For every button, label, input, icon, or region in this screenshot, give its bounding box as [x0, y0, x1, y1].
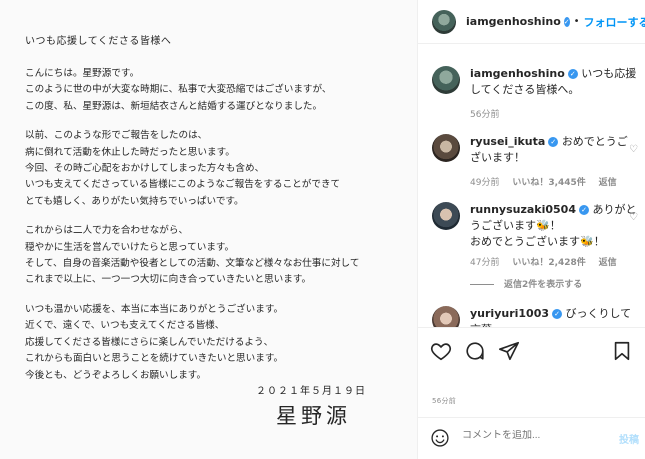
separator-dot: • [573, 16, 580, 27]
letter-paragraph: こんにちは。星野源です。 このように世の中が大変な時期に、私事で大変恐縮ではござ… [25, 66, 410, 115]
letter-line: 今回、その時ご心配をおかけしてしまった方々も含め、 [25, 163, 265, 175]
verified-badge-icon: ✓ [552, 309, 563, 319]
avatar[interactable] [432, 9, 456, 34]
letter-heading: いつも応援してくださる皆様へ [25, 36, 172, 47]
post-button[interactable]: 投稿 [619, 431, 639, 446]
caption: iamgenhoshino ✓ いつも応援してくださる皆様へ。 56分前 [432, 66, 638, 120]
avatar[interactable] [432, 66, 460, 94]
comments-list[interactable]: iamgenhoshino ✓ いつも応援してくださる皆様へ。 56分前 ryus… [418, 44, 645, 327]
comment-time[interactable]: 49分前 [470, 178, 499, 188]
heart-icon[interactable]: ♡ [629, 144, 638, 155]
letter-line: いつも支えてくださっている皆様にこのようなご報告をすることができて [25, 179, 341, 191]
letter-line: このように世の中が大変な時期に、私事で大変恐縮ではございますが、 [25, 84, 332, 96]
heart-icon[interactable]: ♡ [629, 212, 638, 223]
letter-line: これまで以上に、一つ一つ大切に向き合っていきたいと思います。 [25, 274, 312, 286]
verified-badge-icon: ✓ [563, 16, 570, 27]
comment-item: yuriyuri1003✓ びっくりして言葉 [432, 306, 638, 327]
comment-content: ryusei_ikuta ✓ おめでとうございます！ [470, 134, 638, 166]
replies-label: 返信2件を表示する [504, 280, 583, 290]
follow-button[interactable]: フォローする [584, 14, 645, 30]
letter-line: いつも温かい応援を、本当に本当にありがとうございます。 [25, 303, 284, 315]
letter-line: 応援してくださる皆様にさらに楽しんでいただけるよう、 [25, 336, 274, 348]
reply-button[interactable]: 返信 [599, 178, 617, 188]
letter-line: 穏やかに生活を営んでいけたらと思っています。 [25, 241, 235, 253]
bookmark-icon[interactable] [611, 340, 633, 362]
comment-item: runnysuzaki0504 ✓ ありがとうございます🐝！ おめでとうございます… [432, 202, 638, 268]
letter-line: 近くで、遠くで、いつも支えてくださる皆様、 [25, 320, 225, 332]
letter-line: とても嬉しく、ありがたい気持ちでいっぱいです。 [25, 195, 244, 207]
letter-line: 以前、このような形でご報告をしたのは、 [25, 130, 208, 142]
caption-time[interactable]: 56分前 [470, 110, 499, 120]
comment-icon[interactable] [464, 340, 486, 362]
letter-paragraph: 以前、このような形でご報告をしたのは、 病に倒れて活動を休止した時だったと思いま… [25, 128, 410, 210]
post-image: いつも応援してくださる皆様へ こんにちは。星野源です。 このように世の中が大変な… [0, 0, 418, 459]
comment-likes[interactable]: いいね！2,428件 [512, 258, 585, 268]
letter-line: これからも面白いと思うことを続けていきたいと思います。 [25, 353, 284, 365]
avatar[interactable] [432, 134, 460, 162]
verified-badge-icon: ✓ [567, 69, 578, 79]
post-header: iamgenhoshino ✓ • フォローする [418, 0, 645, 44]
letter-line: これからは二人で力を合わせながら、 [25, 225, 189, 237]
letter-body: こんにちは。星野源です。 このように世の中が大変な時期に、私事で大変恐縮ではござ… [25, 66, 410, 397]
header-username[interactable]: iamgenhoshino [466, 15, 561, 28]
comment-text-line2: おめでとうございます🐝！ [470, 235, 605, 248]
comment-content: yuriyuri1003✓ びっくりして言葉 [470, 306, 638, 327]
comment-content: runnysuzaki0504 ✓ ありがとうございます🐝！ おめでとうございます… [470, 202, 638, 250]
comment-compose: 投稿 [418, 417, 645, 459]
letter-signature: 星野源 [276, 404, 351, 428]
letter-date: ２０２１年５月１９日 [256, 386, 366, 397]
letter-line: こんにちは。星野源です。 [25, 68, 140, 79]
replies-line [470, 284, 494, 285]
caption-username[interactable]: iamgenhoshino [470, 67, 565, 80]
comment-item: ryusei_ikuta ✓ おめでとうございます！ 49分前 いいね！3,445… [432, 134, 638, 188]
view-replies-button[interactable]: 返信2件を表示する [470, 277, 582, 290]
share-icon[interactable] [498, 340, 520, 362]
post-actions [418, 327, 645, 377]
comment-meta: 47分前 いいね！2,428件 返信 [470, 255, 638, 268]
verified-badge-icon: ✓ [579, 205, 589, 215]
post-side-panel: iamgenhoshino ✓ • フォローする iamgenhoshino ✓ … [418, 0, 645, 459]
comment-username[interactable]: ryusei_ikuta [470, 135, 545, 148]
letter-paragraph: これからは二人で力を合わせながら、 穏やかに生活を営んでいけたらと思っています。… [25, 223, 410, 289]
avatar[interactable] [432, 306, 460, 327]
comment-likes[interactable]: いいね！3,445件 [512, 178, 585, 188]
comment-username[interactable]: yuriyuri1003 [470, 307, 549, 320]
letter-line: そして、自身の音楽活動や役者としての活動、文筆など様々なお仕事に対して [25, 258, 360, 270]
letter-line: この度、私、星野源は、新垣結衣さんと結婚する運びとなりました。 [25, 100, 323, 112]
comment-meta: 49分前 いいね！3,445件 返信 [470, 175, 638, 188]
verified-badge-icon: ✓ [548, 137, 559, 147]
caption-content: iamgenhoshino ✓ いつも応援してくださる皆様へ。 [470, 66, 638, 98]
comment-input[interactable] [462, 430, 602, 441]
avatar[interactable] [432, 202, 460, 230]
emoji-icon[interactable] [430, 428, 450, 448]
letter-paragraph: いつも温かい応援を、本当に本当にありがとうございます。 近くで、遠くで、いつも支… [25, 302, 410, 384]
heart-icon[interactable] [430, 340, 452, 362]
comment-username[interactable]: runnysuzaki0504 [470, 203, 576, 216]
letter-line: 病に倒れて活動を休止した時だったと思います。 [25, 146, 235, 158]
reply-button[interactable]: 返信 [599, 258, 617, 268]
comment-time[interactable]: 47分前 [470, 258, 499, 268]
caption-meta: 56分前 [470, 107, 638, 120]
post-timestamp[interactable]: 56分前 [432, 396, 456, 406]
